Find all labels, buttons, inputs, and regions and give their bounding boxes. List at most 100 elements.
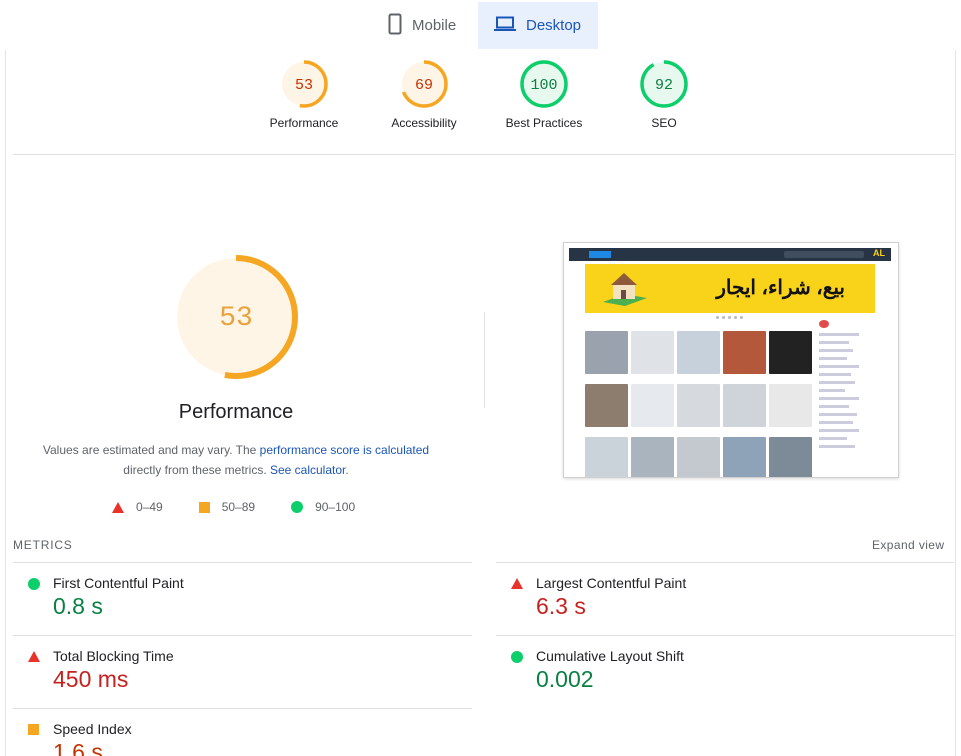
listing-thumbnail	[769, 384, 812, 427]
page-screenshot[interactable]: AL بيع، شراء، ايجار	[563, 242, 899, 478]
sidebar-line	[819, 405, 849, 408]
screenshot-sidebar	[819, 320, 879, 453]
sidebar-line	[819, 373, 851, 376]
listing-thumbnail	[631, 331, 674, 374]
sidebar-line	[819, 349, 853, 352]
vertical-divider	[484, 312, 485, 408]
tab-desktop[interactable]: Desktop	[478, 2, 598, 49]
legend-good-range: 90–100	[315, 500, 356, 514]
listing-thumbnail	[677, 331, 720, 374]
gauge-value: 69	[415, 77, 433, 94]
listing-grid	[585, 331, 815, 477]
listing-thumbnail	[677, 437, 720, 477]
metrics-divider	[13, 708, 472, 709]
category-scores: 53 Performance 69 Accessibility 100 Best Prac…	[0, 58, 961, 148]
gauge-value: 92	[655, 77, 673, 94]
metric-value: 6.3 s	[536, 593, 586, 619]
triangle-icon	[511, 578, 523, 589]
gauge-value: 100	[530, 77, 557, 94]
sidebar-line	[819, 365, 859, 368]
sidebar-dot	[819, 320, 829, 328]
gauge-label: Performance	[269, 116, 339, 130]
tab-desktop-label: Desktop	[526, 17, 582, 34]
screenshot-button	[589, 251, 611, 258]
gauge-label: Accessibility	[391, 116, 457, 130]
note-text-suffix: .	[345, 463, 349, 477]
expand-view-button[interactable]: Expand view	[872, 538, 944, 552]
right-border	[955, 50, 956, 756]
listing-thumbnail	[631, 384, 674, 427]
score-gauge-seo[interactable]: 92 SEO	[604, 58, 724, 130]
gauge-ring: 69	[400, 60, 448, 108]
circle-icon	[28, 578, 40, 590]
sidebar-line	[819, 333, 859, 336]
tab-mobile[interactable]: Mobile	[372, 2, 478, 49]
square-icon	[198, 501, 210, 513]
screenshot-banner: بيع، شراء، ايجار	[585, 264, 875, 313]
triangle-icon	[112, 501, 124, 513]
screenshot-header: AL	[569, 248, 891, 261]
note-text-prefix: Values are estimated and may vary. The	[42, 443, 260, 457]
tab-mobile-label: Mobile	[412, 17, 457, 34]
screenshot-banner-text: بيع، شراء، ايجار	[716, 277, 845, 299]
pagespeed-report: Mobile Desktop 53 Performance 69 Accessibil…	[0, 0, 961, 756]
divider	[13, 154, 954, 155]
listing-thumbnail	[723, 331, 766, 374]
sidebar-line	[819, 413, 857, 416]
metrics-heading: METRICS	[13, 538, 73, 552]
gauge-ring: 53	[280, 60, 328, 108]
listing-thumbnail	[585, 331, 628, 374]
sidebar-line	[819, 437, 847, 440]
sidebar-line	[819, 357, 847, 360]
score-gauge-best-practices[interactable]: 100 Best Practices	[484, 58, 604, 130]
metric-name: First Contentful Paint	[53, 575, 184, 591]
gauge-ring: 100	[520, 60, 568, 108]
legend-average-range: 50–89	[221, 500, 256, 514]
circle-icon	[511, 651, 523, 663]
listing-thumbnail	[723, 384, 766, 427]
note-text-mid: directly from these metrics.	[123, 463, 270, 477]
sidebar-line	[819, 421, 853, 424]
device-tabs: Mobile Desktop	[0, 0, 961, 50]
metrics-divider	[496, 562, 954, 563]
phone-icon	[388, 13, 402, 39]
metric-value: 0.002	[536, 666, 594, 692]
listing-thumbnail	[585, 384, 628, 427]
metric-name: Largest Contentful Paint	[536, 575, 687, 591]
metric-name: Total Blocking Time	[53, 648, 174, 664]
metric-value: 1.6 s	[53, 739, 103, 756]
score-note: Values are estimated and may vary. The p…	[30, 440, 442, 480]
performance-gauge: 53	[170, 251, 302, 383]
square-icon	[28, 724, 39, 735]
left-border	[5, 50, 6, 756]
gauge-ring: 92	[640, 60, 688, 108]
metric-name: Cumulative Layout Shift	[536, 648, 684, 664]
metric-name: Speed Index	[53, 721, 132, 737]
gauge-label: SEO	[651, 116, 677, 130]
sidebar-line	[819, 397, 859, 400]
sidebar-line	[819, 381, 855, 384]
house-icon	[603, 273, 647, 306]
listing-thumbnail	[585, 437, 628, 477]
sidebar-line	[819, 429, 859, 432]
metrics-divider	[13, 562, 472, 563]
legend-good: 90–100	[291, 500, 355, 514]
circle-icon	[291, 501, 304, 513]
score-calculated-link[interactable]: performance score is calculated	[260, 443, 429, 457]
sidebar-line	[819, 445, 855, 448]
metric-value: 0.8 s	[53, 593, 103, 619]
listing-thumbnail	[723, 437, 766, 477]
gauge-label: Best Practices	[505, 116, 583, 130]
metrics-divider	[13, 635, 472, 636]
listing-thumbnail	[677, 384, 720, 427]
metrics-divider	[496, 635, 954, 636]
see-calculator-link[interactable]: See calculator	[270, 463, 345, 477]
carousel-dots	[716, 316, 743, 319]
triangle-icon	[28, 651, 40, 662]
score-gauge-accessibility[interactable]: 69 Accessibility	[364, 58, 484, 130]
legend-average: 50–89	[198, 500, 256, 514]
legend-poor: 0–49	[112, 500, 163, 514]
gauge-value: 53	[295, 77, 313, 94]
screenshot-search	[784, 251, 864, 258]
score-gauge-performance[interactable]: 53 Performance	[244, 58, 364, 130]
